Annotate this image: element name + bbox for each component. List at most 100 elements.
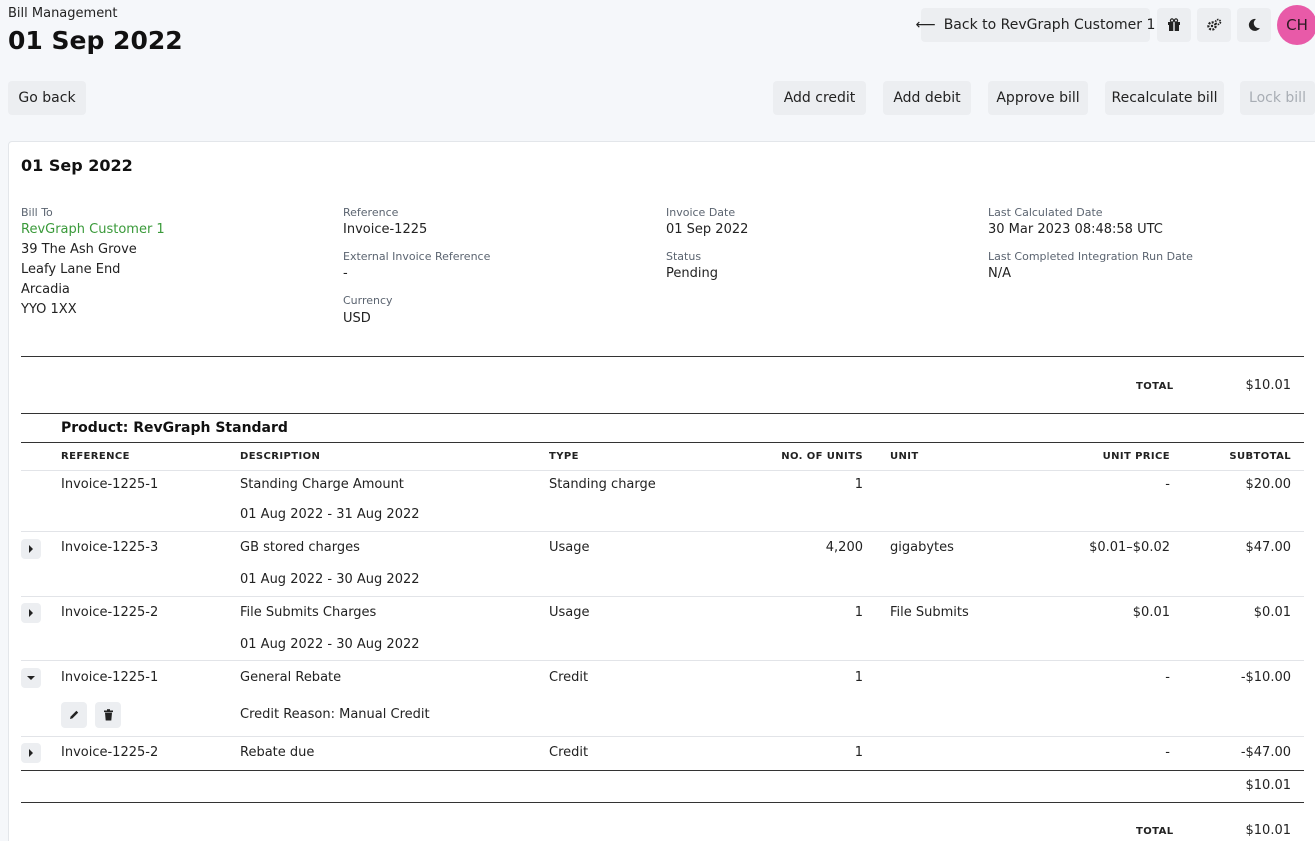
gears-icon bbox=[1207, 18, 1222, 31]
arrow-left-icon: ⟵ bbox=[915, 17, 936, 33]
last-run-label: Last Completed Integration Run Date bbox=[988, 250, 1193, 263]
go-back-button[interactable]: Go back bbox=[8, 81, 86, 115]
row-type: Credit bbox=[549, 670, 589, 685]
bill-to-label: Bill To bbox=[21, 206, 53, 219]
row-unit-price: - bbox=[1165, 477, 1170, 492]
row-units: 4,200 bbox=[825, 540, 863, 555]
row-unit-price: $0.01 bbox=[1132, 605, 1170, 620]
approve-bill-button[interactable]: Approve bill bbox=[988, 81, 1088, 115]
expand-row-button[interactable] bbox=[21, 539, 41, 559]
product-total-value: $10.01 bbox=[1245, 778, 1292, 793]
back-to-customer-button[interactable]: ⟵ Back to RevGraph Customer 1 bbox=[916, 8, 1155, 42]
last-calculated-label: Last Calculated Date bbox=[988, 206, 1103, 219]
address-line: Arcadia bbox=[21, 282, 70, 297]
status-label: Status bbox=[666, 250, 702, 263]
row-period: 01 Aug 2022 - 30 Aug 2022 bbox=[240, 572, 420, 587]
row-units: 1 bbox=[854, 477, 863, 492]
row-type: Standing charge bbox=[549, 477, 656, 492]
address-line: YYO 1XX bbox=[21, 302, 77, 317]
invoice-date-label: Invoice Date bbox=[666, 206, 736, 219]
row-units: 1 bbox=[854, 745, 863, 760]
divider bbox=[21, 531, 1304, 532]
row-type: Usage bbox=[549, 540, 590, 555]
trash-icon bbox=[103, 709, 113, 721]
divider bbox=[21, 413, 1304, 414]
row-subtotal: -$10.00 bbox=[1240, 670, 1291, 685]
expand-row-button[interactable] bbox=[21, 603, 41, 623]
avatar[interactable]: CH bbox=[1277, 5, 1315, 45]
row-reference: Invoice-1225-1 bbox=[61, 477, 159, 492]
reference-value: Invoice-1225 bbox=[343, 222, 428, 237]
caret-right-icon bbox=[29, 545, 33, 553]
invoice-date-value: 01 Sep 2022 bbox=[666, 222, 749, 237]
divider bbox=[21, 802, 1304, 803]
external-reference-value: - bbox=[343, 266, 348, 281]
caret-right-icon bbox=[29, 609, 33, 617]
column-header-unit-price: UNIT PRICE bbox=[1102, 451, 1170, 462]
divider bbox=[21, 470, 1304, 471]
collapse-row-button[interactable] bbox=[21, 668, 41, 688]
row-units: 1 bbox=[854, 605, 863, 620]
settings-button[interactable] bbox=[1197, 8, 1231, 42]
status-value: Pending bbox=[666, 266, 718, 281]
divider bbox=[21, 442, 1304, 443]
divider bbox=[21, 356, 1304, 357]
caret-down-icon bbox=[27, 676, 35, 680]
row-credit-reason: Credit Reason: Manual Credit bbox=[240, 707, 430, 722]
grand-total-value: $10.01 bbox=[1245, 823, 1292, 838]
add-credit-button[interactable]: Add credit bbox=[773, 81, 866, 115]
recalculate-bill-button[interactable]: Recalculate bill bbox=[1105, 81, 1224, 115]
row-unit: gigabytes bbox=[890, 540, 954, 555]
delete-credit-button[interactable] bbox=[95, 702, 121, 728]
row-type: Credit bbox=[549, 745, 589, 760]
row-reference: Invoice-1225-2 bbox=[61, 605, 159, 620]
breadcrumb: Bill Management bbox=[8, 6, 118, 21]
bill-total-label: TOTAL bbox=[1136, 381, 1174, 392]
column-header-reference: REFERENCE bbox=[61, 451, 130, 462]
column-header-description: DESCRIPTION bbox=[240, 451, 321, 462]
column-header-subtotal: SUBTOTAL bbox=[1229, 451, 1291, 462]
grand-total-label: TOTAL bbox=[1136, 826, 1174, 837]
row-subtotal: $47.00 bbox=[1245, 540, 1292, 555]
add-debit-button[interactable]: Add debit bbox=[883, 81, 971, 115]
edit-credit-button[interactable] bbox=[61, 702, 87, 728]
pencil-icon bbox=[70, 710, 79, 719]
row-description-link[interactable]: GB stored charges bbox=[240, 540, 360, 555]
last-run-value: N/A bbox=[988, 266, 1011, 281]
column-header-units: NO. OF UNITS bbox=[781, 451, 863, 462]
row-unit-price: - bbox=[1165, 670, 1170, 685]
back-to-customer-label: Back to RevGraph Customer 1 bbox=[943, 17, 1156, 33]
row-description-link[interactable]: Standing Charge Amount bbox=[240, 477, 404, 492]
column-header-unit: UNIT bbox=[890, 451, 919, 462]
row-unit: File Submits bbox=[890, 605, 969, 620]
row-units: 1 bbox=[854, 670, 863, 685]
row-unit-price: $0.01–$0.02 bbox=[1089, 540, 1170, 555]
row-description: General Rebate bbox=[240, 670, 342, 685]
currency-value: USD bbox=[343, 311, 371, 326]
row-reference: Invoice-1225-2 bbox=[61, 745, 159, 760]
gift-icon bbox=[1168, 18, 1180, 31]
lock-bill-button: Lock bill bbox=[1240, 81, 1315, 115]
address-line: 39 The Ash Grove bbox=[21, 242, 137, 257]
row-type: Usage bbox=[549, 605, 590, 620]
customer-link[interactable]: RevGraph Customer 1 bbox=[21, 222, 165, 237]
row-description-link[interactable]: File Submits Charges bbox=[240, 605, 376, 620]
row-subtotal: $0.01 bbox=[1253, 605, 1291, 620]
last-calculated-value: 30 Mar 2023 08:48:58 UTC bbox=[988, 222, 1163, 237]
divider bbox=[21, 596, 1304, 597]
divider bbox=[21, 660, 1304, 661]
bill-total-value: $10.01 bbox=[1245, 378, 1292, 393]
gift-button[interactable] bbox=[1157, 8, 1191, 42]
row-subtotal: -$47.00 bbox=[1240, 745, 1291, 760]
caret-right-icon bbox=[29, 749, 33, 757]
row-period: 01 Aug 2022 - 31 Aug 2022 bbox=[240, 507, 420, 522]
external-reference-label: External Invoice Reference bbox=[343, 250, 491, 263]
divider bbox=[21, 770, 1304, 771]
currency-label: Currency bbox=[343, 294, 393, 307]
reference-label: Reference bbox=[343, 206, 399, 219]
expand-row-button[interactable] bbox=[21, 743, 41, 763]
product-title: Product: RevGraph Standard bbox=[61, 420, 288, 436]
row-description: Rebate due bbox=[240, 745, 315, 760]
bill-title: 01 Sep 2022 bbox=[21, 156, 133, 175]
dark-mode-button[interactable] bbox=[1237, 8, 1271, 42]
